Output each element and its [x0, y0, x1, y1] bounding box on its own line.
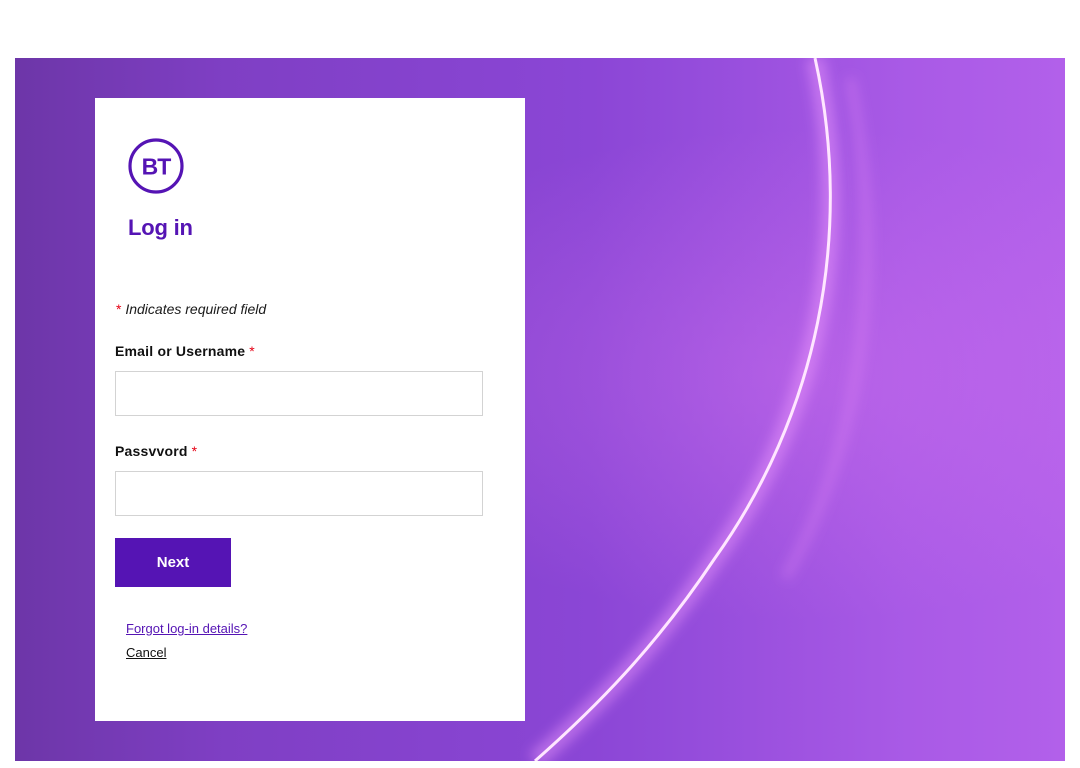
- username-label-text: Email or Username: [115, 343, 246, 359]
- svg-text:BT: BT: [142, 154, 172, 180]
- required-asterisk: *: [116, 301, 122, 317]
- next-button[interactable]: Next: [115, 538, 231, 587]
- required-note-text: Indicates required field: [125, 301, 267, 317]
- username-label: Email or Username *: [115, 343, 255, 359]
- password-required-asterisk: *: [191, 443, 198, 459]
- cancel-link[interactable]: Cancel: [126, 645, 166, 660]
- page-title: Log in: [128, 215, 193, 240]
- required-field-note: * Indicates required field: [116, 301, 266, 317]
- username-input[interactable]: [115, 371, 483, 416]
- forgot-login-link[interactable]: Forgot log-in details?: [126, 621, 247, 636]
- bt-logo: BT: [128, 138, 184, 194]
- username-required-asterisk: *: [249, 343, 255, 359]
- password-label-text: Passvvord: [115, 443, 188, 459]
- password-label: Passvvord *: [115, 443, 197, 459]
- password-input[interactable]: [115, 471, 483, 516]
